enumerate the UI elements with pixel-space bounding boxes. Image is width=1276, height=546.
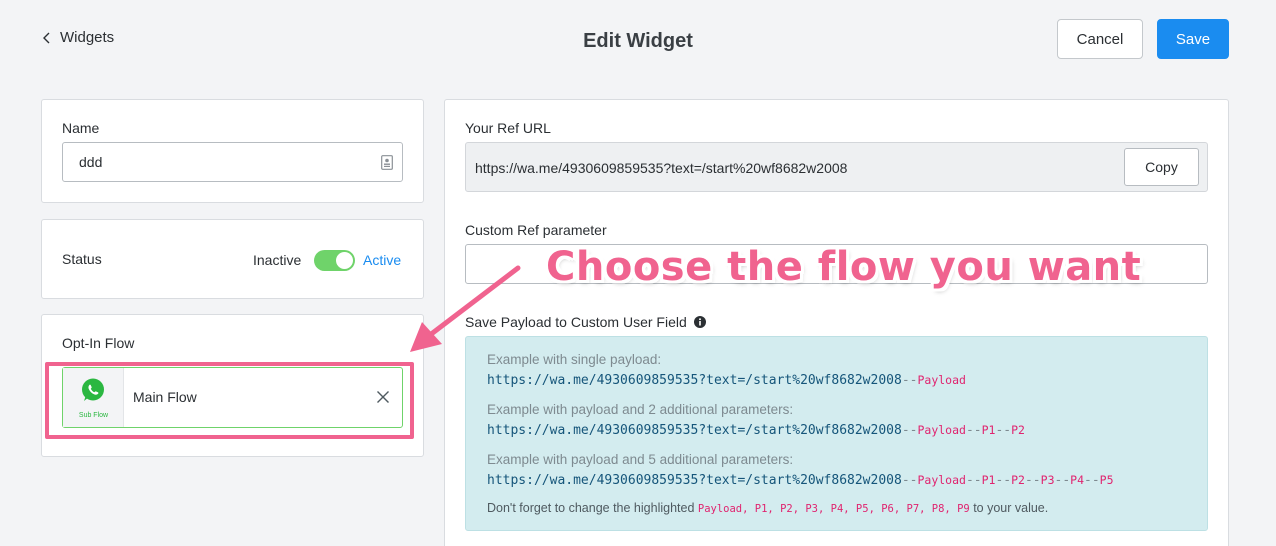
ref-url-value: https://wa.me/4930609859535?text=/start%… xyxy=(475,160,848,176)
custom-ref-label: Custom Ref parameter xyxy=(465,222,607,238)
flow-name: Main Flow xyxy=(133,389,197,405)
note-params: , P1, P2, P3, P4, P5, P6, P7, P8, P9 xyxy=(742,503,970,515)
example-url: https://wa.me/4930609859535?text=/start%… xyxy=(487,423,1025,438)
flow-thumbnail: Sub Flow xyxy=(63,368,124,427)
example-label: Example with single payload: xyxy=(487,352,662,367)
ref-url-label: Your Ref URL xyxy=(465,120,551,136)
example-param: P2 xyxy=(1011,423,1025,437)
close-icon[interactable] xyxy=(376,390,390,404)
note-prefix: Don't forget to change the highlighted xyxy=(487,501,698,515)
status-label: Status xyxy=(62,251,102,267)
status-active-label: Active xyxy=(363,252,402,268)
payload-note: Don't forget to change the highlighted P… xyxy=(487,501,1048,515)
example-param: P2 xyxy=(1011,473,1025,487)
example-param: P3 xyxy=(1040,473,1055,487)
example-param: Payload xyxy=(917,373,966,387)
cancel-button[interactable]: Cancel xyxy=(1057,19,1143,59)
selected-flow-item[interactable]: Sub Flow Main Flow xyxy=(62,367,403,428)
copy-button[interactable]: Copy xyxy=(1124,148,1199,186)
payload-label-row: Save Payload to Custom User Field xyxy=(465,314,706,330)
example-param: P5 xyxy=(1099,473,1114,487)
example-param: P1 xyxy=(981,473,996,487)
note-highlight: Payload xyxy=(697,503,743,515)
payload-label: Save Payload to Custom User Field xyxy=(465,314,687,330)
example-url-base: https://wa.me/4930609859535?text=/start%… xyxy=(487,423,902,438)
example-url: https://wa.me/4930609859535?text=/start%… xyxy=(487,473,1114,488)
example-param: P1 xyxy=(981,423,996,437)
example-param: Payload xyxy=(917,423,966,437)
example-label: Example with payload and 5 additional pa… xyxy=(487,452,794,467)
status-inactive-label: Inactive xyxy=(253,252,302,268)
contact-card-icon xyxy=(381,155,393,170)
save-button[interactable]: Save xyxy=(1157,19,1229,59)
note-suffix: to your value. xyxy=(969,501,1049,515)
payload-examples-box: Example with single payload: https://wa.… xyxy=(465,336,1208,531)
example-url-base: https://wa.me/4930609859535?text=/start%… xyxy=(487,473,902,488)
chevron-left-icon xyxy=(43,32,50,43)
optin-flow-label: Opt-In Flow xyxy=(62,335,135,351)
status-card: Status Inactive Active xyxy=(41,219,424,299)
info-icon[interactable] xyxy=(693,316,706,328)
flow-thumb-label: Sub Flow xyxy=(78,412,109,419)
ref-url-field: https://wa.me/4930609859535?text=/start%… xyxy=(465,142,1208,192)
example-url-base: https://wa.me/4930609859535?text=/start%… xyxy=(487,373,902,388)
name-card: Name ddd xyxy=(41,99,424,203)
whatsapp-icon xyxy=(82,378,104,401)
optin-flow-card: Opt-In Flow Sub Flow Main Flow xyxy=(41,314,424,457)
example-label: Example with payload and 2 additional pa… xyxy=(487,402,794,417)
top-bar: Widgets Edit Widget Cancel Save xyxy=(0,0,1276,80)
back-link-label: Widgets xyxy=(60,29,115,46)
name-input[interactable]: ddd xyxy=(62,142,403,182)
toggle-knob xyxy=(336,252,353,269)
back-to-widgets-link[interactable]: Widgets xyxy=(42,29,114,46)
example-url: https://wa.me/4930609859535?text=/start%… xyxy=(487,373,966,388)
annotation-callout: Choose the flow you want xyxy=(546,244,1142,290)
example-param: Payload xyxy=(917,473,966,487)
status-toggle[interactable] xyxy=(314,250,355,271)
ref-settings-card: Your Ref URL https://wa.me/4930609859535… xyxy=(444,99,1229,546)
name-label: Name xyxy=(62,120,100,136)
name-input-value: ddd xyxy=(79,154,103,170)
example-param: P4 xyxy=(1070,473,1085,487)
